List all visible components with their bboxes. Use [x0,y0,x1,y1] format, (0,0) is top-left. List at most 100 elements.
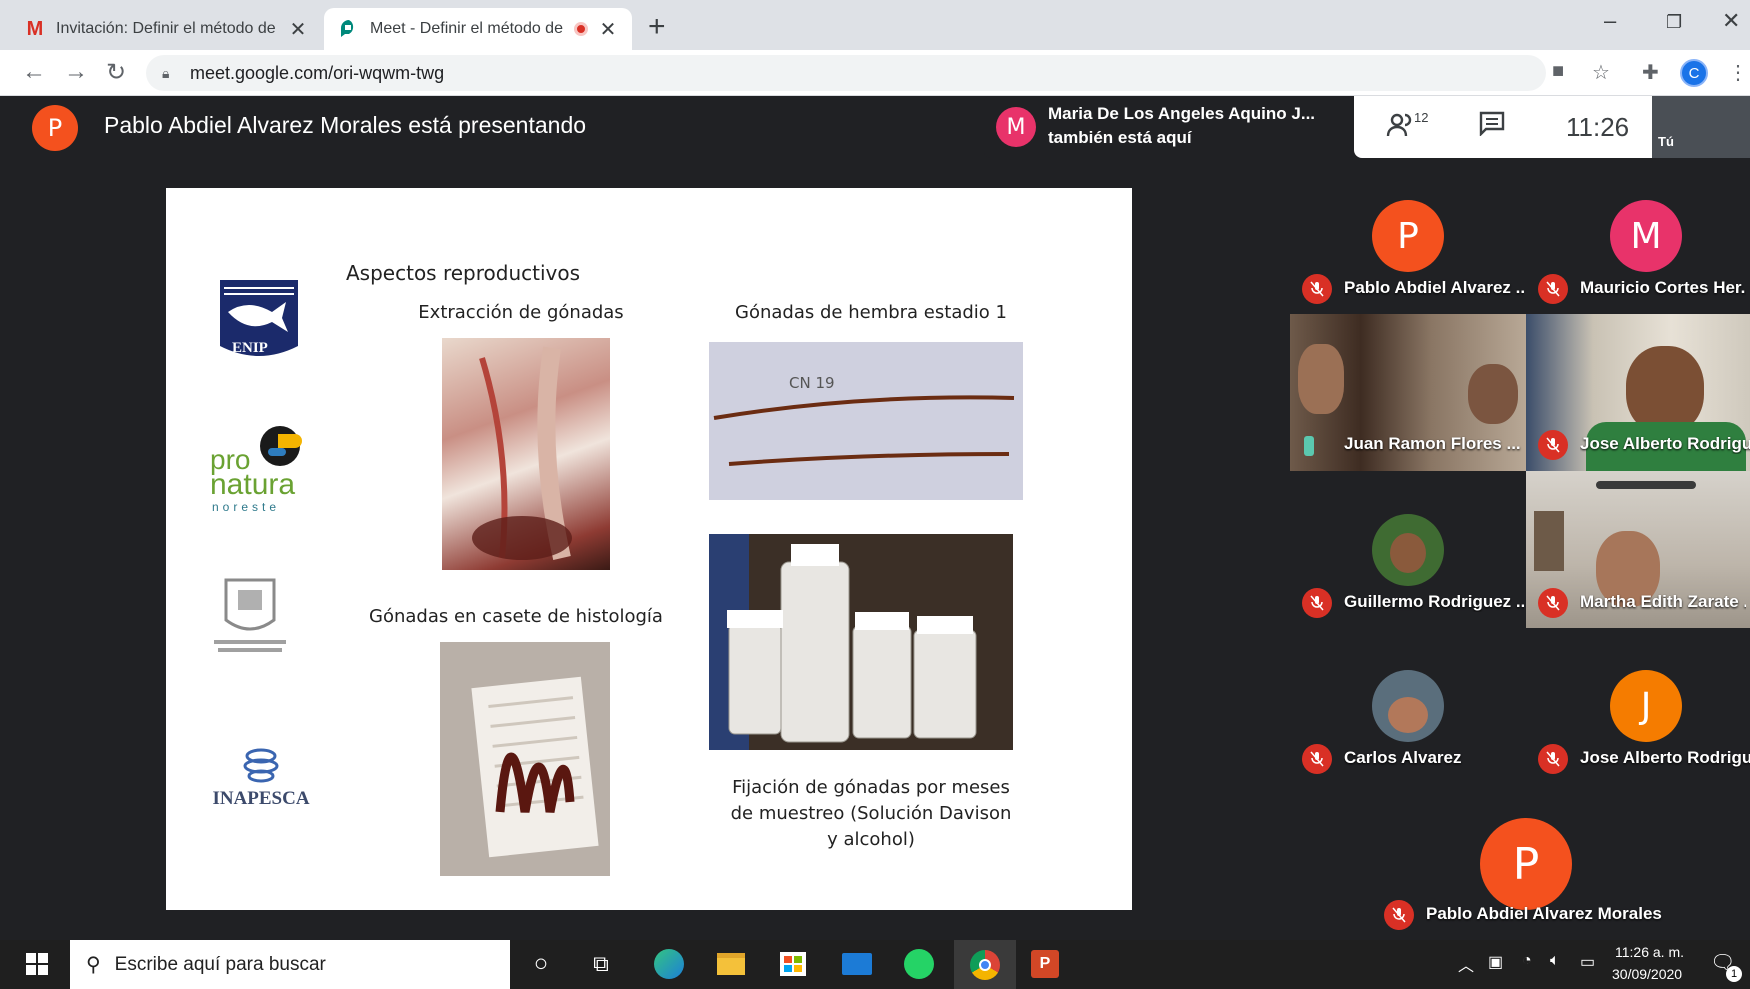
self-label: Tú [1658,134,1674,149]
volume-icon[interactable]: 🔈︎ [1550,952,1560,970]
participant-photo-avatar [1372,670,1444,742]
battery-icon[interactable]: ▭ [1580,952,1595,972]
participant-avatar: M [1610,200,1682,272]
slide-title: Aspectos reproductivos [346,261,581,285]
cortana-icon[interactable]: ○ [524,947,558,981]
menu-icon[interactable]: ⋮ [1728,60,1748,85]
participant-name: Juan Ramon Flores ... [1344,434,1521,453]
whatsapp-icon[interactable] [902,947,936,981]
muted-mic-icon [1302,588,1332,618]
photo-histology-cassette [440,642,610,876]
tab-meet[interactable]: Meet - Definir el método de ✕ [324,8,632,50]
tab-title: Invitación: Definir el método de [56,20,276,37]
close-tab-icon[interactable]: ✕ [598,17,618,42]
photo-female-gonads: CN 19 [709,342,1023,500]
caption-extraccion: Extracción de gónadas [418,302,624,323]
participant-avatar: P [1372,200,1444,272]
participant-name: Jose Alberto Rodrigu... [1580,748,1750,767]
speaking-indicator-icon [1304,436,1314,456]
profile-avatar[interactable]: C [1680,59,1708,87]
close-tab-icon[interactable]: ✕ [288,17,308,42]
chat-icon[interactable] [1478,110,1506,143]
tab-title: Meet - Definir el método de [370,20,563,37]
participant-name: Mauricio Cortes Her... [1580,278,1746,297]
presentation-slide: Aspectos reproductivos Extracción de gón… [166,188,1132,910]
participant-avatar: P [1480,818,1572,910]
enip-text: ENIP [232,340,268,356]
tray-chevron-icon[interactable]: ︿ [1458,952,1474,976]
tab-gmail[interactable]: M Invitación: Definir el método de ✕ [10,8,322,50]
forward-icon[interactable]: → [64,58,88,86]
caption-hembra: Gónadas de hembra estadio 1 [735,302,1007,323]
chrome-icon[interactable] [954,940,1016,989]
extensions-icon[interactable]: ✚ [1642,60,1659,85]
notification-count: 1 [1726,966,1742,982]
task-view-icon[interactable]: ⧉ [584,947,618,981]
muted-mic-icon [1538,274,1568,304]
url-text: meet.google.com/ori-wqwm-twg [190,62,445,83]
taskbar-search[interactable]: ⚲ Escribe aquí para buscar [70,940,510,989]
close-window-icon[interactable]: ✕ [1722,8,1740,34]
address-bar[interactable]: 🔒︎ meet.google.com/ori-wqwm-twg [146,55,1546,91]
pronatura-noreste: noreste [212,500,281,514]
minimize-icon[interactable]: – [1604,8,1616,34]
lock-icon: 🔒︎ [162,64,170,81]
recording-indicator-icon [574,22,588,36]
toucan-icon [260,426,302,466]
notification-line2: también está aquí [1048,128,1192,147]
sedarh-logo [210,576,290,660]
caption-fijacion-2: de muestreo (Solución Davison [730,803,1012,824]
participant-photo-avatar [1372,514,1444,586]
meet-icon [338,18,360,40]
inapesca-logo: INAPESCA [206,746,316,810]
photo-fixation-jars [709,534,1013,750]
file-explorer-icon[interactable] [714,947,748,981]
new-tab-button[interactable]: + [648,10,666,44]
back-icon[interactable]: ← [22,58,46,86]
participant-avatar: J [1610,670,1682,742]
taskbar-date[interactable]: 30/09/2020 [1612,966,1682,982]
presenter-text: Pablo Abdiel Alvarez Morales está presen… [104,112,587,138]
reload-icon[interactable]: ↻ [106,58,126,87]
people-icon[interactable] [1386,112,1416,145]
tab-strip: M Invitación: Definir el método de ✕ Mee… [0,0,1750,50]
enip-logo: ENIP [218,276,300,362]
powerpoint-icon[interactable]: P [1028,947,1062,981]
meet-tray-icon[interactable]: ▣ [1488,952,1503,972]
meeting-clock: 11:26 [1566,112,1630,142]
muted-mic-icon [1302,274,1332,304]
participant-name: Pablo Abdiel Alvarez ... [1344,278,1524,297]
photo-label: CN 19 [789,374,835,392]
windows-start-icon[interactable] [20,947,54,981]
restore-icon[interactable]: ❐ [1666,12,1682,33]
pronatura-natura: natura [210,468,296,501]
search-placeholder: Escribe aquí para buscar [114,953,326,975]
screen: M Invitación: Definir el método de ✕ Mee… [0,0,1750,989]
windows-taskbar: ⚲ Escribe aquí para buscar ○ ⧉ P ︿ ▣ ◔ 🔈… [0,940,1750,989]
participant-name: Jose Alberto Rodrigu... [1580,434,1750,453]
search-icon: ⚲ [86,954,101,976]
edge-icon[interactable] [652,947,686,981]
participant-name: Carlos Alvarez [1344,748,1462,767]
presenter-avatar: P [32,105,78,151]
pronatura-logo: pro natura noreste [210,426,310,514]
inapesca-text: INAPESCA [212,788,310,809]
store-icon[interactable] [776,947,810,981]
bookmark-star-icon[interactable]: ☆ [1592,60,1610,85]
muted-mic-icon [1302,744,1332,774]
caption-fijacion-1: Fijación de gónadas por meses [732,777,1010,798]
muted-mic-icon [1384,900,1414,930]
browser-toolbar: ← → ↻ 🔒︎ meet.google.com/ori-wqwm-twg ■ … [0,50,1750,96]
caption-casete: Gónadas en casete de histología [369,606,663,627]
participant-name: Pablo Abdiel Alvarez Morales [1426,904,1662,923]
wifi-icon[interactable]: ◔ [1522,952,1532,970]
participant-name: Martha Edith Zarate ... [1580,592,1746,611]
caption-fijacion-3: y alcohol) [827,829,915,850]
mail-icon[interactable] [840,947,874,981]
camera-icon[interactable]: ■ [1552,60,1564,83]
photo-gonad-extraction [442,338,610,570]
participant-name: Guillermo Rodriguez ... [1344,592,1524,611]
muted-mic-icon [1538,744,1568,774]
muted-mic-icon [1538,588,1568,618]
taskbar-time[interactable]: 11:26 a. m. [1615,944,1684,960]
